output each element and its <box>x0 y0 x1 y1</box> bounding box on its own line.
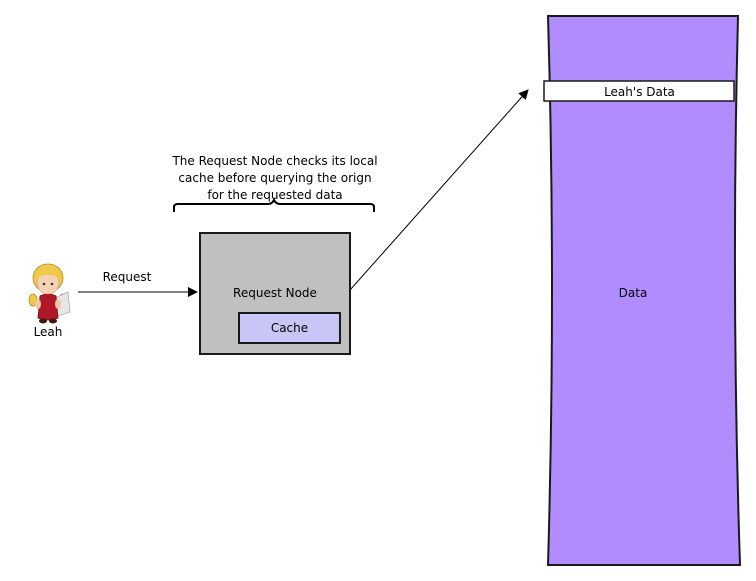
annotation-line: cache before querying the orign <box>178 171 372 185</box>
request-node-label: Request Node <box>233 286 317 300</box>
datastore-label: Data <box>618 286 648 300</box>
request-node: Request Node Cache <box>199 232 351 355</box>
annotation-line: for the requested data <box>207 188 343 202</box>
cache-box: Cache <box>238 312 341 344</box>
annotation-line: The Request Node checks its local <box>172 154 378 168</box>
node-annotation: The Request Node checks its local cache … <box>170 153 380 204</box>
user-name-label: Leah <box>33 325 63 339</box>
user-avatar-icon <box>28 263 71 324</box>
request-edge-label: Request <box>102 270 152 284</box>
cache-label: Cache <box>270 321 309 335</box>
datastore-record-label: Leah's Data <box>604 85 675 99</box>
